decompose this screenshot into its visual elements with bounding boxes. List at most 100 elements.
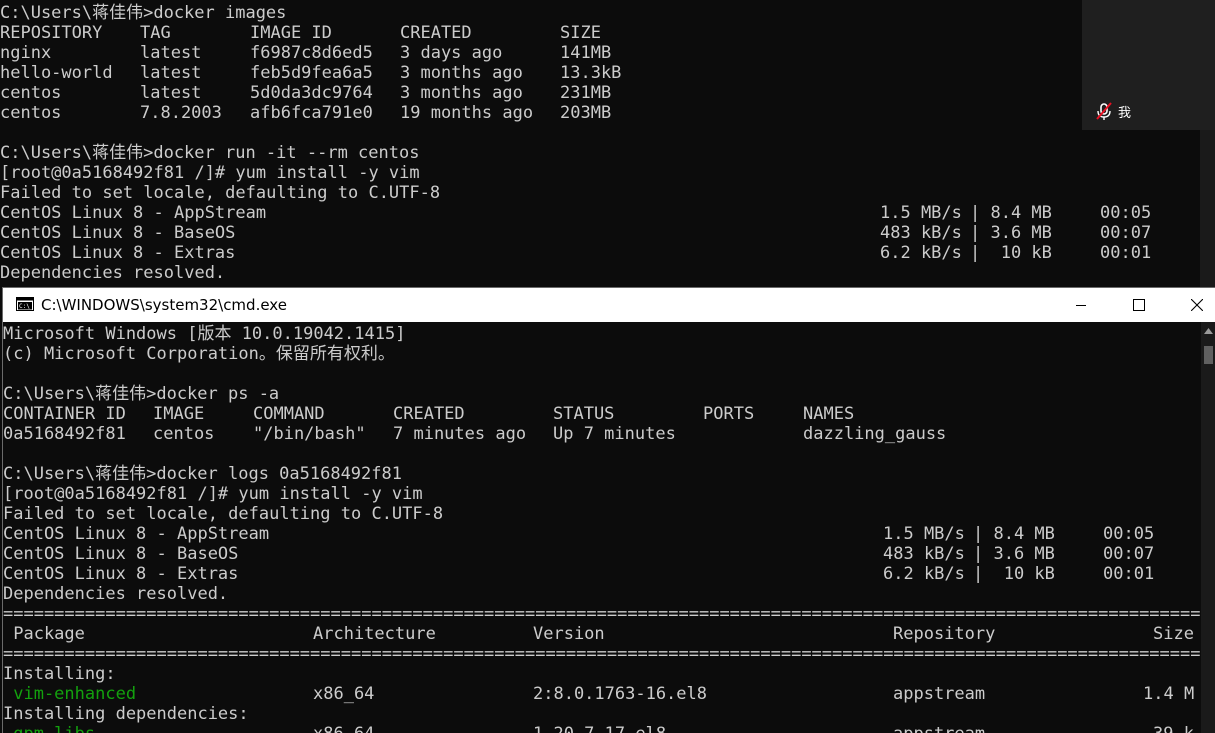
console-line: CentOS Linux 8 - Extras 6.2 kB/s | 10 kB 00… (0, 243, 1200, 263)
background-console-output: C:\Users\蒋佳伟>docker images REPOSITORY TAG I… (0, 0, 1200, 288)
console-text: "/bin/bash" (253, 424, 366, 444)
console-line: ========================================… (3, 644, 1201, 664)
console-line: CentOS Linux 8 - AppStream 1.5 MB/s | 8.4 … (0, 203, 1200, 223)
close-button[interactable] (1168, 288, 1215, 322)
console-text: PORTS (703, 404, 755, 424)
ime-mode-label[interactable]: 我 (1118, 102, 1131, 121)
console-text: 0a5168492f81 (3, 424, 126, 444)
console-text: 5d0da3dc9764 (250, 83, 373, 103)
console-text: 483 kB/s (880, 223, 962, 243)
console-text: IMAGE ID (250, 23, 332, 43)
console-text: C:\Users\蒋佳伟>docker run -it --rm centos (0, 143, 420, 163)
console-text: 203MB (560, 103, 612, 123)
console-text: Failed to set locale, defaulting to C.UT… (0, 183, 441, 203)
console-text: latest (140, 63, 202, 83)
console-text: Installing: (3, 664, 116, 684)
console-text: SIZE (560, 23, 601, 43)
minimize-icon (1076, 305, 1086, 306)
maximize-button[interactable] (1110, 288, 1168, 322)
console-line: vim-enhanced x86_64 2:8.0.1763-16.el8 appst… (3, 684, 1201, 704)
title-bar[interactable]: C:\ C:\WINDOWS\system32\cmd.exe (3, 288, 1215, 322)
console-text: 1.5 MB/s (880, 203, 962, 223)
cmd-window: C:\ C:\WINDOWS\system32\cmd.exe Microsof… (2, 287, 1215, 733)
console-line: [root@0a5168492f81 /]# yum install -y vi… (3, 484, 1201, 504)
cmd-scrollbar[interactable] (1201, 322, 1215, 733)
console-line: Failed to set locale, defaulting to C.UT… (0, 183, 1200, 203)
console-text: 00:01 (1103, 564, 1155, 584)
console-text: feb5d9fea6a5 (250, 63, 373, 83)
console-text: 6.2 kB/s (883, 564, 965, 584)
console-line: Installing dependencies: (3, 704, 1201, 724)
console-line: CentOS Linux 8 - Extras 6.2 kB/s | 10 kB 00… (3, 564, 1201, 584)
console-text: centos (153, 424, 215, 444)
console-text: latest (140, 83, 202, 103)
console-text: 00:07 (1100, 223, 1152, 243)
console-text: CentOS Linux 8 - Extras (3, 564, 239, 584)
console-line: C:\Users\蒋佳伟>docker images (0, 3, 1200, 23)
console-text: appstream (893, 684, 986, 704)
console-text: Version (533, 624, 605, 644)
console-text: Package (3, 624, 85, 644)
console-text: CentOS Linux 8 - Extras (0, 243, 236, 263)
console-text: Up 7 minutes (553, 424, 676, 444)
scroll-thumb[interactable] (1204, 346, 1213, 364)
console-text: TAG (140, 23, 171, 43)
console-text: CONTAINER ID (3, 404, 126, 424)
console-text: 3 months ago (400, 83, 523, 103)
microphone-muted-icon[interactable] (1094, 101, 1114, 121)
console-text: | 3.6 MB (973, 544, 1055, 564)
console-text: CentOS Linux 8 - BaseOS (3, 544, 239, 564)
console-text: 3 days ago (400, 43, 503, 63)
console-text: ========================================… (3, 604, 1201, 624)
console-text: x86_64 (313, 684, 375, 704)
cmd-app-icon: C:\ (16, 297, 34, 311)
console-text: C:\Users\蒋佳伟>docker images (0, 3, 287, 23)
console-text: [root@0a5168492f81 /]# yum install -y vi… (3, 484, 423, 504)
console-text: Dependencies resolved. (0, 263, 226, 283)
console-line: Dependencies resolved. (3, 584, 1201, 604)
console-line: hello-world latest feb5d9fea6a5 3 months ag… (0, 63, 1200, 83)
console-text: | 8.4 MB (973, 524, 1055, 544)
console-text: centos (0, 83, 62, 103)
console-text: CentOS Linux 8 - AppStream (3, 524, 270, 544)
background-console-scrollbar[interactable] (1200, 130, 1215, 288)
console-text: 00:01 (1100, 243, 1152, 263)
console-line: 0a5168492f81 centos "/bin/bash" 7 minutes a… (3, 424, 1201, 444)
console-text: [root@0a5168492f81 /]# yum install -y vi… (0, 163, 420, 183)
console-text: nginx (0, 43, 52, 63)
console-line: C:\Users\蒋佳伟>docker ps -a (3, 384, 1201, 404)
console-text: (c) Microsoft Corporation。保留所有权利。 (3, 344, 395, 364)
console-text: | 10 kB (973, 564, 1055, 584)
console-text: Microsoft Windows [版本 10.0.19042.1415] (3, 324, 406, 344)
console-line: centos latest 5d0da3dc9764 3 months ago 231M… (0, 83, 1200, 103)
console-text: 1.5 MB/s (883, 524, 965, 544)
console-text: 00:07 (1103, 544, 1155, 564)
console-text: ========================================… (3, 644, 1201, 664)
console-line: Package Architecture Version Repository Size (3, 624, 1201, 644)
console-text: Repository (893, 624, 996, 644)
console-line: CentOS Linux 8 - AppStream 1.5 MB/s | 8.4 … (3, 524, 1201, 544)
console-text: CentOS Linux 8 - AppStream (0, 203, 267, 223)
console-line: nginx latest f6987c8d6ed5 3 days ago 141MB (0, 43, 1200, 63)
console-text: COMMAND (253, 404, 325, 424)
console-line: CentOS Linux 8 - BaseOS 483 kB/s | 3.6 MB 0… (0, 223, 1200, 243)
scroll-up-arrow-icon[interactable] (1204, 328, 1213, 334)
console-text: CentOS Linux 8 - BaseOS (0, 223, 236, 243)
console-text: Size (1153, 624, 1194, 644)
cmd-console-output[interactable]: Microsoft Windows [版本 10.0.19042.1415] (c… (3, 322, 1201, 733)
console-text: | 3.6 MB (970, 223, 1052, 243)
console-text: 7 minutes ago (393, 424, 527, 444)
maximize-icon (1133, 299, 1145, 311)
console-text: vim-enhanced (3, 684, 137, 704)
minimize-button[interactable] (1052, 288, 1110, 322)
console-text: 6.2 kB/s (880, 243, 962, 263)
console-text: 3 months ago (400, 63, 523, 83)
console-text: 231MB (560, 83, 612, 103)
console-line: Dependencies resolved. (0, 263, 1200, 283)
console-text: IMAGE (153, 404, 205, 424)
console-line: C:\Users\蒋佳伟>docker run -it --rm centos (0, 143, 1200, 163)
console-text: | 8.4 MB (970, 203, 1052, 223)
